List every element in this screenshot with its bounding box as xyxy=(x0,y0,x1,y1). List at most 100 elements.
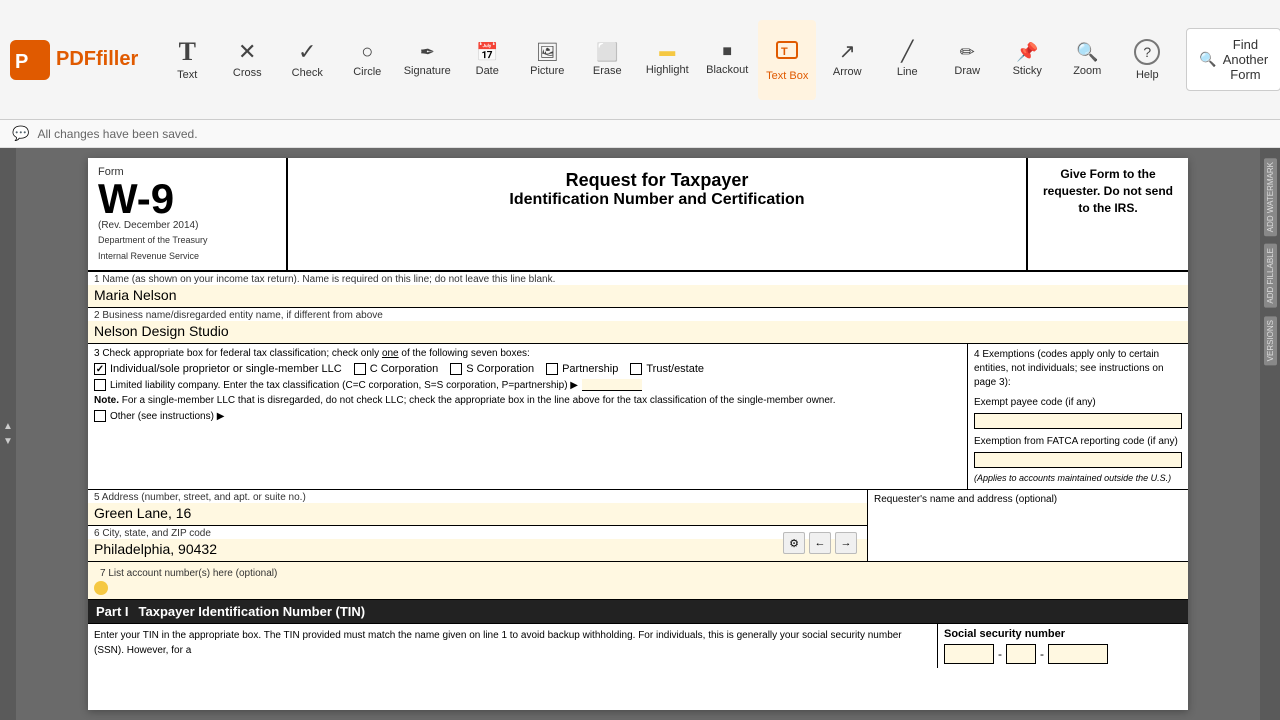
tool-cross[interactable]: ✕ Cross xyxy=(218,20,276,100)
tool-date[interactable]: 📅 Date xyxy=(458,20,516,100)
tool-zoom-label: Zoom xyxy=(1073,65,1101,77)
llc-label: Limited liability company. Enter the tax… xyxy=(110,380,578,391)
classification-main: 3 Check appropriate box for federal tax … xyxy=(88,344,968,489)
tool-highlight[interactable]: ▬ Highlight xyxy=(638,20,696,100)
note-bold: Note. xyxy=(94,395,119,406)
ssn-seg-3[interactable] xyxy=(1048,644,1108,664)
field1-value[interactable]: Maria Nelson xyxy=(88,285,1188,307)
other-label: Other (see instructions) ▶ xyxy=(110,411,224,422)
tool-help[interactable]: ? Help xyxy=(1118,20,1176,100)
requester-box: Requester's name and address (optional) xyxy=(868,490,1188,561)
class-scorp[interactable]: S Corporation xyxy=(450,363,534,375)
individual-checkbox[interactable] xyxy=(94,363,106,375)
field1-section: 1 Name (as shown on your income tax retu… xyxy=(88,272,1188,308)
chat-icon: 💬 xyxy=(12,125,29,142)
tool-blackout[interactable]: ■ Blackout xyxy=(698,20,756,100)
class-partnership[interactable]: Partnership xyxy=(546,363,618,375)
scorp-label: S Corporation xyxy=(466,363,534,375)
right-sidebar: ADD WATERMARK ADD FILLABLE VERSIONS xyxy=(1260,148,1280,720)
class-ccorp[interactable]: C Corporation xyxy=(354,363,438,375)
class-individual[interactable]: Individual/sole proprietor or single-mem… xyxy=(94,363,342,375)
field2-label: 2 Business name/disregarded entity name,… xyxy=(88,308,1188,321)
field6-value[interactable]: Philadelphia, 90432 xyxy=(88,539,867,561)
form-main-title: Request for Taxpayer xyxy=(308,170,1006,191)
partnership-label: Partnership xyxy=(562,363,618,375)
tool-arrow-label: Arrow xyxy=(833,66,862,78)
date-icon: 📅 xyxy=(476,43,498,61)
exempt-payee-label: Exempt payee code (if any) xyxy=(974,396,1182,410)
field2-value[interactable]: Nelson Design Studio xyxy=(88,321,1188,343)
svg-text:P: P xyxy=(15,51,28,73)
draw-icon: ✏ xyxy=(960,43,975,61)
ssn-dash-2: - xyxy=(1040,647,1044,661)
tool-text[interactable]: T Text xyxy=(158,20,216,100)
field-controls: ⚙ ← → xyxy=(783,532,857,554)
tool-draw[interactable]: ✏ Draw xyxy=(938,20,996,100)
cross-icon: ✕ xyxy=(238,41,256,63)
other-checkbox[interactable] xyxy=(94,410,106,422)
trust-checkbox[interactable] xyxy=(630,363,642,375)
tool-erase[interactable]: ⬜ Erase xyxy=(578,20,636,100)
ssn-box: Social security number - - xyxy=(938,624,1188,668)
tool-sticky[interactable]: 📌 Sticky xyxy=(998,20,1056,100)
field6-label: 6 City, state, and ZIP code xyxy=(88,526,867,539)
tool-line-label: Line xyxy=(897,66,918,78)
ssn-seg-2[interactable] xyxy=(1006,644,1036,664)
right-sidebar-tab-fillable[interactable]: ADD FILLABLE xyxy=(1264,244,1277,308)
pdf-container[interactable]: Form W-9 (Rev. December 2014) Department… xyxy=(16,148,1260,720)
field-settings-btn[interactable]: ⚙ xyxy=(783,532,805,554)
tool-check-label: Check xyxy=(292,67,323,79)
logo-area[interactable]: P PDFfiller xyxy=(10,40,138,80)
sticky-icon: 📌 xyxy=(1016,43,1038,61)
yellow-dot-indicator xyxy=(94,581,108,595)
sidebar-scroll-up[interactable]: ▲ xyxy=(3,421,13,432)
fatca-input[interactable] xyxy=(974,452,1182,468)
left-sidebar: ▲ ▼ xyxy=(0,148,16,720)
llc-checkbox[interactable] xyxy=(94,379,106,391)
right-sidebar-tab-watermark[interactable]: ADD WATERMARK xyxy=(1264,158,1277,236)
fatca-label: Exemption from FATCA reporting code (if … xyxy=(974,435,1182,449)
tool-arrow[interactable]: ↗ Arrow xyxy=(818,20,876,100)
fatca-note: (Applies to accounts maintained outside … xyxy=(974,472,1182,485)
tool-zoom[interactable]: 🔍 Zoom xyxy=(1058,20,1116,100)
tool-date-label: Date xyxy=(476,65,499,77)
llc-row: Limited liability company. Enter the tax… xyxy=(94,379,961,391)
tool-textbox-label: Text Box xyxy=(766,70,808,82)
class-trust[interactable]: Trust/estate xyxy=(630,363,704,375)
llc-input[interactable] xyxy=(582,379,642,391)
tool-highlight-label: Highlight xyxy=(646,64,689,76)
tool-erase-label: Erase xyxy=(593,65,622,77)
sidebar-scroll-down[interactable]: ▼ xyxy=(3,436,13,447)
exempt-payee-input[interactable] xyxy=(974,413,1182,429)
tool-check[interactable]: ✓ Check xyxy=(278,20,336,100)
field-prev-btn[interactable]: ← xyxy=(809,532,831,554)
field-next-btn[interactable]: → xyxy=(835,532,857,554)
right-sidebar-tab-versions[interactable]: VERSIONS xyxy=(1264,316,1277,365)
tool-draw-label: Draw xyxy=(954,65,980,77)
scorp-checkbox[interactable] xyxy=(450,363,462,375)
tool-line[interactable]: ╱ Line xyxy=(878,20,936,100)
form-number: W-9 xyxy=(98,178,276,220)
classification-section: 3 Check appropriate box for federal tax … xyxy=(88,344,1188,490)
form-note-section: Give Form to the requester. Do not send … xyxy=(1028,158,1188,270)
tool-signature[interactable]: ✒ Signature xyxy=(398,20,456,100)
ssn-inputs: - - xyxy=(944,644,1182,664)
ccorp-checkbox[interactable] xyxy=(354,363,366,375)
logo-text: PDFfiller xyxy=(56,48,138,71)
highlight-icon: ▬ xyxy=(659,44,675,60)
field5-value[interactable]: Green Lane, 16 xyxy=(88,503,867,525)
ssn-seg-1[interactable] xyxy=(944,644,994,664)
find-another-form-button[interactable]: 🔍 Find Another Form xyxy=(1186,28,1280,91)
tool-picture[interactable]: 🖼 Picture xyxy=(518,20,576,100)
field5-section: 5 Address (number, street, and apt. or s… xyxy=(88,490,867,526)
field1-label: 1 Name (as shown on your income tax retu… xyxy=(88,272,1188,285)
zoom-icon: 🔍 xyxy=(1076,43,1098,61)
picture-icon: 🖼 xyxy=(536,43,559,61)
svg-text:T: T xyxy=(781,46,788,58)
partnership-checkbox[interactable] xyxy=(546,363,558,375)
tool-blackout-label: Blackout xyxy=(706,64,748,76)
tool-circle[interactable]: ○ Circle xyxy=(338,20,396,100)
tool-textbox[interactable]: T Text Box xyxy=(758,20,816,100)
account-section: 7 List account number(s) here (optional) xyxy=(88,562,1188,600)
form-header: Form W-9 (Rev. December 2014) Department… xyxy=(88,158,1188,272)
